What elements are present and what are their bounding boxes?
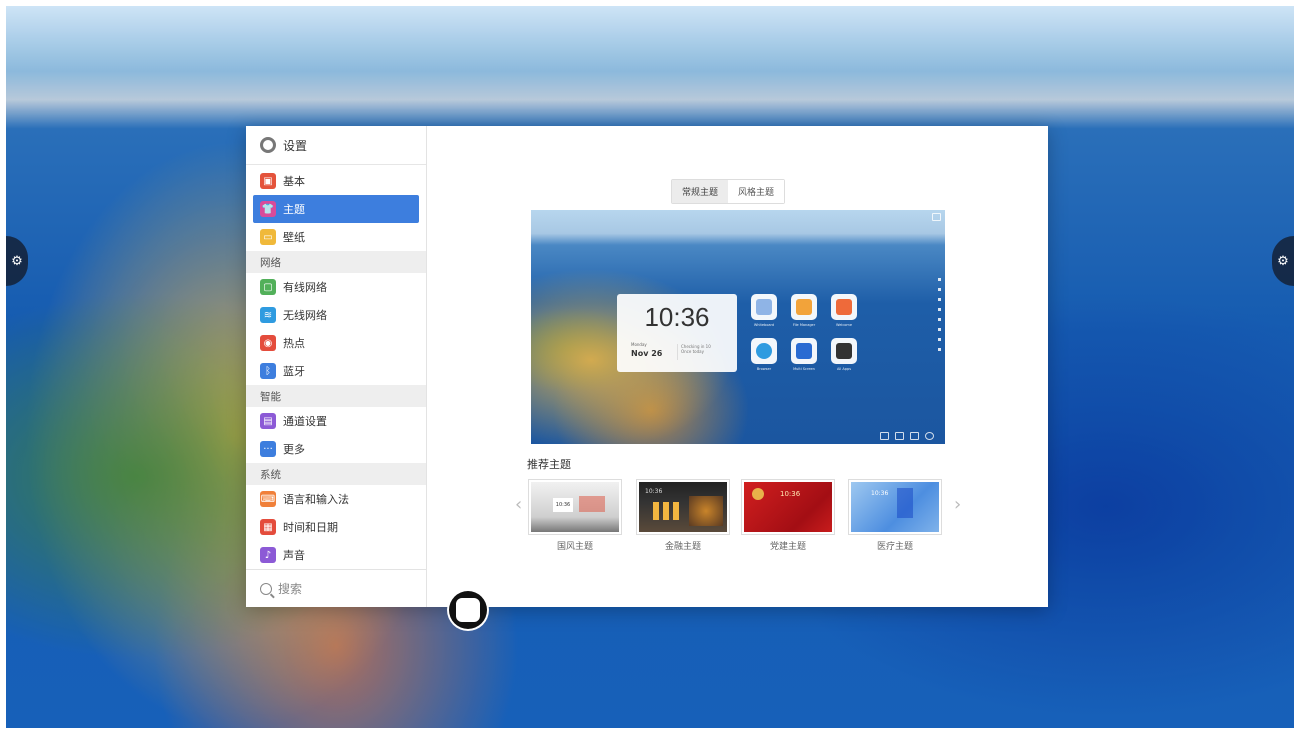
hotspot-icon: ◉ [260, 335, 276, 351]
theme-thumb-clock: 10:36 [553, 498, 573, 512]
app-label: Browser [756, 367, 772, 371]
clock-weekday: Monday [631, 342, 647, 347]
app-label: Multi Screen [793, 367, 815, 371]
sidebar-item-wallpaper[interactable]: ▭ 壁纸 [246, 223, 426, 251]
sidebar-item-theme[interactable]: 👕 主题 [253, 195, 419, 223]
sidebar-item-datetime[interactable]: ▦ 时间和日期 [246, 513, 426, 541]
sidebar-item-label: 主题 [283, 203, 305, 216]
preview-tool-icon [925, 432, 934, 440]
language-icon: ⌨ [260, 491, 276, 507]
sidebar-item-label: 时间和日期 [283, 521, 338, 534]
chevron-left-icon[interactable]: ‹ [515, 494, 522, 515]
sidebar-item-channel[interactable]: ▤ 通道设置 [246, 407, 426, 435]
theme-card-chinese[interactable]: 10:36 [528, 479, 622, 535]
sidebar-item-label: 声音 [283, 549, 305, 562]
basic-icon: ▣ [260, 173, 276, 189]
wallpaper-icon: ▭ [260, 229, 276, 245]
sidebar-group-network: 网络 [246, 251, 426, 273]
sidebar-item-label: 基本 [283, 175, 305, 188]
recommended-themes-title: 推荐主题 [527, 458, 571, 471]
preview-tool-icon [895, 432, 904, 440]
sidebar-item-label: 无线网络 [283, 309, 327, 322]
floating-home-button[interactable] [449, 591, 487, 629]
gear-icon: ⚙ [1277, 253, 1289, 269]
note-line: Once today [681, 349, 704, 354]
search-placeholder: 搜索 [278, 582, 303, 596]
multi-screen-app-icon [791, 338, 817, 364]
sidebar-item-wired-network[interactable]: ▢ 有线网络 [246, 273, 426, 301]
gear-icon: ⚙ [11, 253, 23, 269]
app-label: Welcome [835, 323, 852, 327]
sidebar-item-hotspot[interactable]: ◉ 热点 [246, 329, 426, 357]
theme-preview: 10:36 Monday Nov 26 Checking in 10 Once … [531, 210, 945, 444]
bluetooth-icon: ᛒ [260, 363, 276, 379]
app-label: All Apps [836, 367, 852, 371]
theme-label: 金融主题 [664, 542, 701, 552]
clock-time: 10:36 [644, 302, 710, 332]
all-apps-icon [831, 338, 857, 364]
preview-side-toolbar [938, 278, 942, 358]
wifi-icon: ≋ [260, 307, 276, 323]
sidebar-item-label: 壁纸 [283, 231, 305, 244]
sound-icon: ♪ [260, 547, 276, 563]
app-label: Whiteboard [753, 323, 775, 327]
theme-thumb-clock: 10:36 [645, 488, 663, 495]
theme-tabs: 常规主题 风格主题 [671, 179, 786, 204]
file-manager-app-icon [791, 294, 817, 320]
theme-thumb-clock: 10:36 [780, 490, 801, 498]
preview-corner-icon [932, 213, 941, 221]
window-title: 设置 [283, 138, 308, 153]
channel-icon: ▤ [260, 413, 276, 429]
theme-panel: 常规主题 风格主题 10:36 Monday Nov 26 Checking i… [427, 126, 1048, 607]
sidebar-item-label: 通道设置 [283, 415, 327, 428]
tab-regular-theme[interactable]: 常规主题 [672, 180, 729, 203]
search-icon [260, 582, 272, 595]
sidebar-item-label: 更多 [283, 443, 305, 456]
sidebar-item-basic[interactable]: ▣ 基本 [246, 167, 426, 195]
datetime-icon: ▦ [260, 519, 276, 535]
sidebar-group-system: 系统 [246, 463, 426, 485]
more-icon: ··· [260, 441, 276, 457]
theme-label: 党建主题 [769, 542, 806, 552]
theme-label: 国风主题 [556, 542, 593, 552]
clock-date: Nov 26 [631, 349, 663, 358]
sidebar-item-label: 有线网络 [283, 281, 327, 294]
sidebar-item-label: 语言和输入法 [283, 493, 349, 506]
preview-tool-icon [910, 432, 919, 440]
theme-label: 医疗主题 [876, 542, 913, 552]
welcome-app-icon [831, 294, 857, 320]
sidebar-header: 设置 [246, 126, 426, 165]
whiteboard-app-icon [751, 294, 777, 320]
clock-widget: 10:36 Monday Nov 26 Checking in 10 Once … [617, 294, 737, 372]
home-square-icon [456, 598, 480, 622]
theme-card-finance[interactable]: 10:36 [636, 479, 730, 535]
theme-shirt-icon: 👕 [260, 201, 276, 217]
theme-thumb-clock: 10:36 [871, 490, 889, 497]
browser-app-icon [751, 338, 777, 364]
settings-window: 设置 ▣ 基本 👕 主题 ▭ 壁纸 网络 ▢ 有线网络 ≋ 无线网络 ◉ 热点 … [246, 126, 1048, 607]
sidebar-item-language[interactable]: ⌨ 语言和输入法 [246, 485, 426, 513]
sidebar-item-more[interactable]: ··· 更多 [246, 435, 426, 463]
sidebar-item-sound[interactable]: ♪ 声音 [246, 541, 426, 569]
theme-thumbnails: 10:36 国风主题 10:36 金融主题 10:36 党建主题 10:36 医… [528, 479, 948, 552]
sidebar-item-label: 蓝牙 [283, 365, 305, 378]
settings-sidebar: 设置 ▣ 基本 👕 主题 ▭ 壁纸 网络 ▢ 有线网络 ≋ 无线网络 ◉ 热点 … [246, 126, 427, 607]
theme-card-party[interactable]: 10:36 [741, 479, 835, 535]
tab-style-theme[interactable]: 风格主题 [728, 180, 785, 203]
chevron-right-icon[interactable]: › [954, 494, 961, 515]
preview-tool-icon [880, 432, 889, 440]
sidebar-search[interactable]: 搜索 [246, 569, 426, 607]
wired-network-icon: ▢ [260, 279, 276, 295]
clock-note: Checking in 10 Once today [677, 344, 727, 360]
app-label: File Manager [792, 323, 816, 327]
settings-gear-icon [260, 137, 276, 153]
sidebar-item-label: 热点 [283, 337, 305, 350]
sidebar-item-bluetooth[interactable]: ᛒ 蓝牙 [246, 357, 426, 385]
sidebar-group-smart: 智能 [246, 385, 426, 407]
theme-card-medical[interactable]: 10:36 [848, 479, 942, 535]
sidebar-item-wifi[interactable]: ≋ 无线网络 [246, 301, 426, 329]
